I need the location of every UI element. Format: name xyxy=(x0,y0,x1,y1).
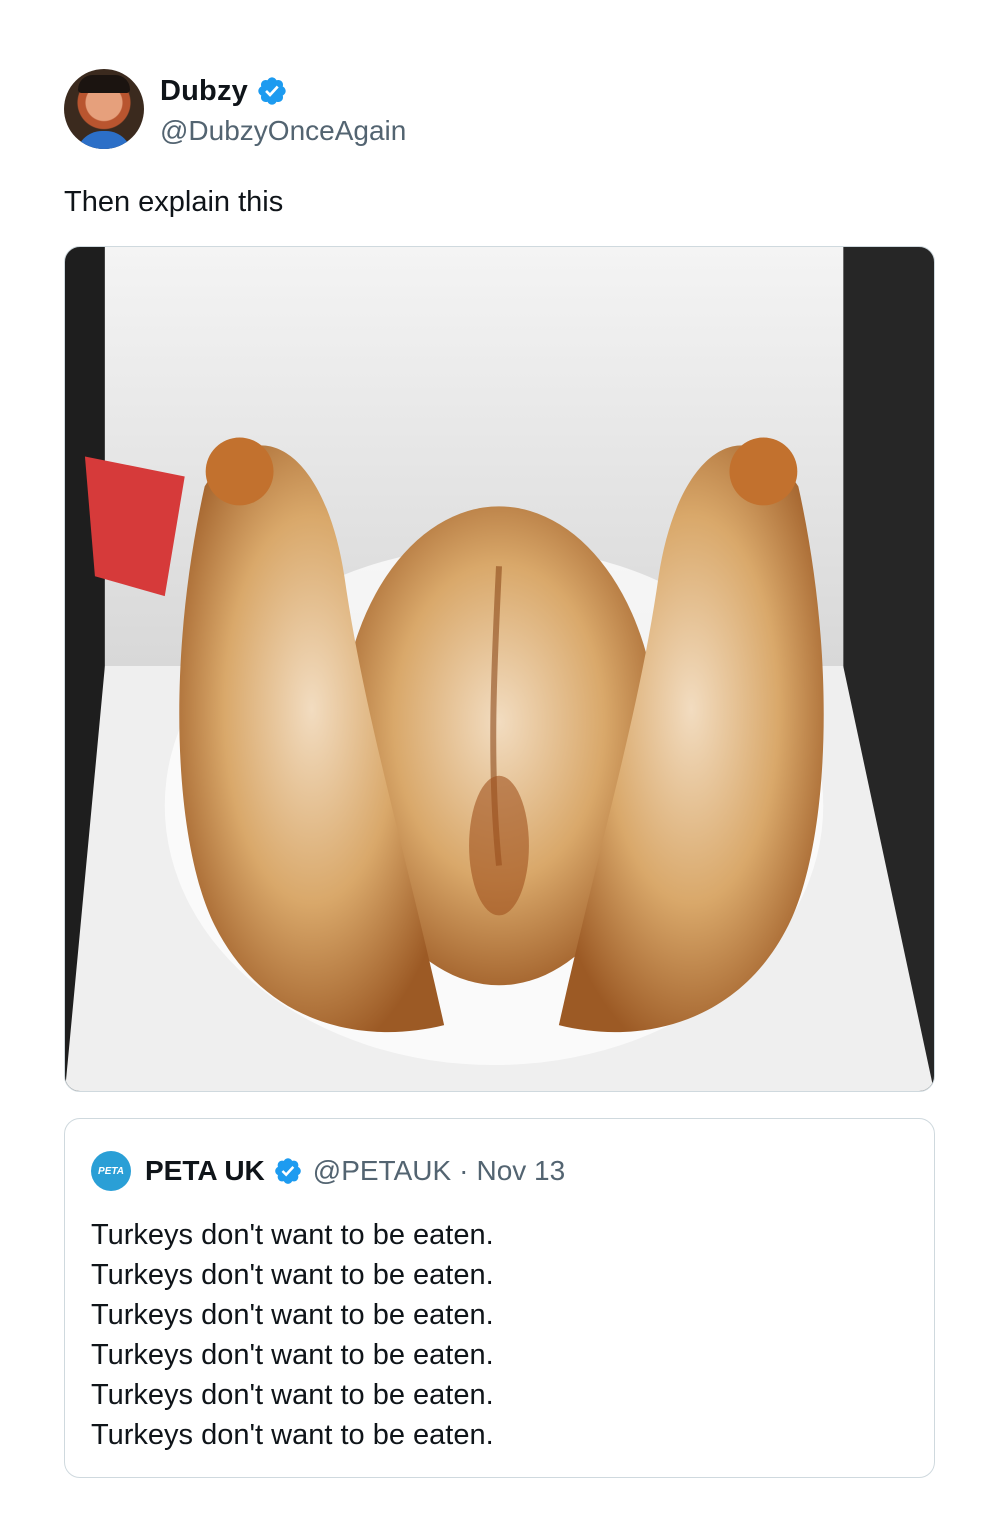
quoted-tweet-header: PETA PETA UK @PETAUK · Nov 13 xyxy=(91,1149,565,1193)
dot-separator: · xyxy=(459,1155,469,1186)
quoted-text-line: Turkeys don't want to be eaten. xyxy=(91,1299,494,1331)
tweet-media-image[interactable] xyxy=(64,246,935,1092)
quoted-tweet[interactable]: PETA PETA UK @PETAUK · Nov 13 Turkeys do… xyxy=(64,1118,935,1478)
roast-turkey-photo-icon xyxy=(65,247,934,1091)
author-info: Dubzy @DubzyOnceAgain xyxy=(160,71,406,147)
quoted-tweet-text: Turkeys don't want to be eaten. Turkeys … xyxy=(91,1215,494,1455)
tweet-header: Dubzy @DubzyOnceAgain xyxy=(64,68,406,150)
tweet-text: Then explain this xyxy=(64,186,284,218)
quoted-tweet-date[interactable]: Nov 13 xyxy=(476,1155,565,1187)
quoted-text-line: Turkeys don't want to be eaten. xyxy=(91,1339,494,1371)
user-avatar[interactable] xyxy=(64,69,144,149)
quoted-text-line: Turkeys don't want to be eaten. xyxy=(91,1259,494,1291)
verified-badge-icon xyxy=(258,77,286,105)
quoted-text-line: Turkeys don't want to be eaten. xyxy=(91,1419,494,1451)
quoted-author-avatar[interactable]: PETA xyxy=(91,1151,131,1191)
quoted-author-handle[interactable]: @PETAUK xyxy=(313,1155,451,1187)
quoted-text-line: Turkeys don't want to be eaten. xyxy=(91,1379,494,1411)
avatar-shirt xyxy=(76,131,132,149)
quoted-text-line: Turkeys don't want to be eaten. xyxy=(91,1219,494,1251)
quoted-author-display-name[interactable]: PETA UK xyxy=(145,1155,265,1187)
author-display-name[interactable]: Dubzy xyxy=(160,75,248,108)
tweet-card: Dubzy @DubzyOnceAgain Then explain this xyxy=(0,0,996,1540)
quoted-verified-badge-icon xyxy=(274,1158,301,1184)
author-name-row: Dubzy xyxy=(160,71,406,111)
avatar-hat xyxy=(78,75,130,93)
author-handle[interactable]: @DubzyOnceAgain xyxy=(160,115,406,147)
peta-logo-icon: PETA xyxy=(98,1165,124,1177)
